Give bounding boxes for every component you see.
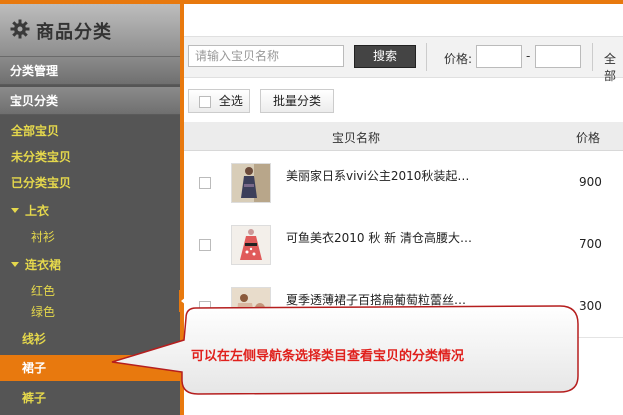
select-all-button[interactable]: 全选 bbox=[188, 89, 250, 113]
sidebar-item-shirts[interactable]: 衬衫 bbox=[0, 226, 180, 248]
table-row[interactable]: 夏季透薄裙子百搭扁葡萄粒蕾丝… 300 bbox=[184, 275, 623, 338]
sidebar-item-tops[interactable]: 上衣 bbox=[0, 198, 180, 224]
action-row: 全选 批量分类 bbox=[184, 86, 623, 118]
sidebar-item-uncategorized[interactable]: 未分类宝贝 bbox=[0, 144, 180, 170]
row-checkbox[interactable] bbox=[199, 301, 211, 313]
divider bbox=[592, 43, 593, 71]
sidebar-item-dresses[interactable]: 连衣裙 bbox=[0, 252, 180, 278]
price-range-dash: - bbox=[526, 49, 531, 63]
column-header-price: 价格 bbox=[576, 131, 601, 145]
product-price: 900 bbox=[579, 175, 602, 189]
search-button[interactable]: 搜索 bbox=[354, 45, 416, 68]
product-thumbnail[interactable] bbox=[231, 225, 271, 265]
column-header-name: 宝贝名称 bbox=[332, 131, 381, 145]
product-thumbnail[interactable] bbox=[231, 287, 271, 327]
price-max-input[interactable] bbox=[535, 45, 581, 68]
price-label: 价格: bbox=[444, 52, 473, 66]
sidebar-item-knitwear[interactable]: 线衫 bbox=[0, 326, 180, 352]
price-min-input[interactable] bbox=[476, 45, 522, 68]
sidebar-item-dresses-label: 连衣裙 bbox=[25, 258, 62, 272]
select-all-label: 全选 bbox=[218, 94, 243, 108]
sidebar-section-category-management[interactable]: 分类管理 bbox=[0, 57, 180, 85]
table-row[interactable]: 可鱼美衣2010 秋 新 清仓高腰大… 700 bbox=[184, 213, 623, 276]
product-title[interactable]: 可鱼美衣2010 秋 新 清仓高腰大… bbox=[286, 229, 472, 246]
sidebar-item-red[interactable]: 红色 bbox=[0, 280, 180, 302]
product-price: 300 bbox=[579, 299, 602, 313]
sidebar-item-skirts[interactable]: 裙子 bbox=[0, 355, 180, 381]
search-bar: 搜索 价格: - 全部 bbox=[184, 36, 623, 83]
table-header: 宝贝名称 价格 bbox=[184, 122, 623, 151]
product-title[interactable]: 夏季透薄裙子百搭扁葡萄粒蕾丝… bbox=[286, 291, 466, 308]
filter-all-dropdown[interactable]: 全部 bbox=[604, 50, 623, 84]
expand-arrow-icon bbox=[11, 262, 19, 267]
sidebar: 商品分类 分类管理 宝贝分类 全部宝贝 未分类宝贝 已分类宝贝 上衣 衬衫 连衣… bbox=[0, 4, 180, 415]
sidebar-header: 商品分类 bbox=[0, 4, 180, 57]
row-checkbox[interactable] bbox=[199, 239, 211, 251]
expand-arrow-icon bbox=[11, 208, 19, 213]
sidebar-item-all[interactable]: 全部宝贝 bbox=[0, 118, 180, 144]
divider bbox=[426, 43, 427, 71]
batch-categorize-button[interactable]: 批量分类 bbox=[260, 89, 334, 113]
table-row[interactable]: 美丽家日系vivi公主2010秋装起… 900 bbox=[184, 151, 623, 214]
search-input[interactable] bbox=[188, 45, 344, 67]
sidebar-title: 商品分类 bbox=[36, 22, 112, 43]
callout-text: 可以在左侧导航条选择类目查看宝贝的分类情况 bbox=[191, 349, 465, 364]
sidebar-section-item-categories[interactable]: 宝贝分类 bbox=[0, 87, 180, 115]
sidebar-item-pants[interactable]: 裤子 bbox=[0, 385, 180, 411]
product-thumbnail[interactable] bbox=[231, 163, 271, 203]
sidebar-item-green[interactable]: 绿色 bbox=[0, 301, 180, 323]
row-checkbox[interactable] bbox=[199, 177, 211, 189]
product-price: 700 bbox=[579, 237, 602, 251]
sidebar-item-tops-label: 上衣 bbox=[25, 204, 50, 218]
select-all-checkbox[interactable] bbox=[199, 95, 211, 108]
product-title[interactable]: 美丽家日系vivi公主2010秋装起… bbox=[286, 167, 469, 184]
gear-icon bbox=[10, 19, 30, 39]
sidebar-item-categorized[interactable]: 已分类宝贝 bbox=[0, 170, 180, 196]
